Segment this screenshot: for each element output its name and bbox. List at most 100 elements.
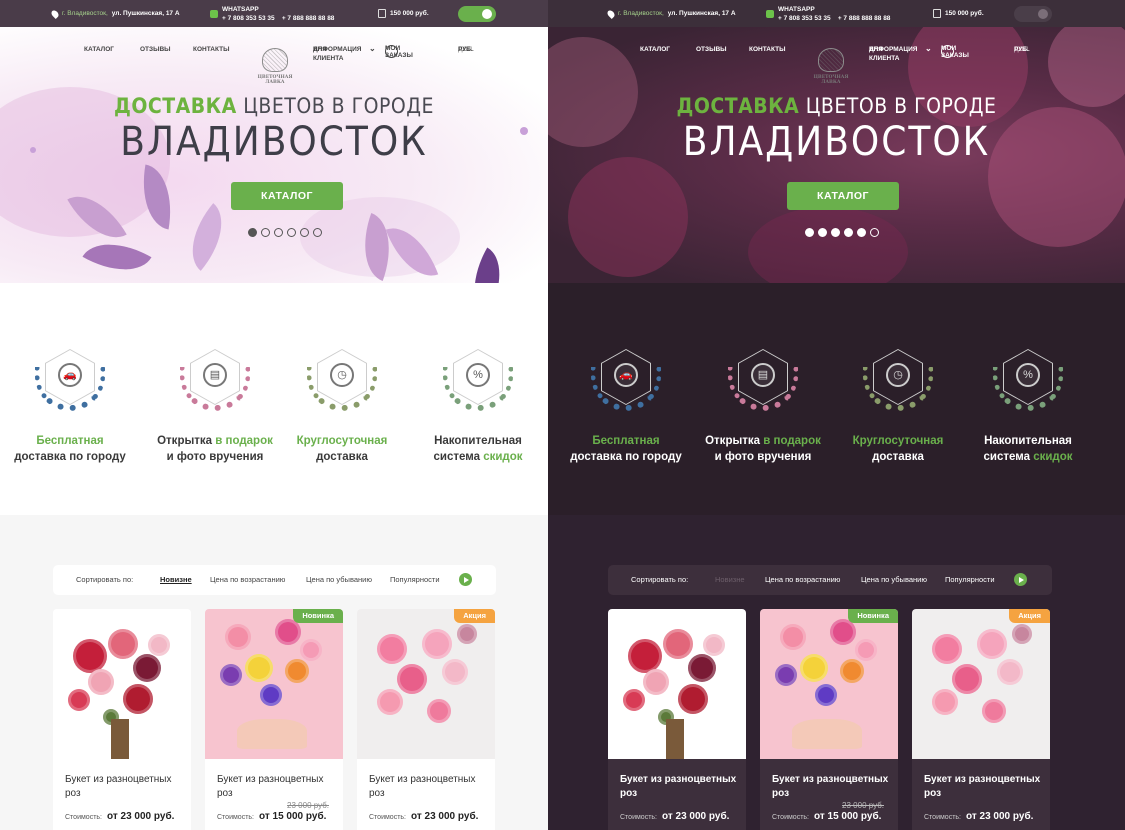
- slider-dot[interactable]: [274, 228, 283, 237]
- sort-popularity[interactable]: Популярности: [945, 575, 995, 584]
- product-name[interactable]: Букет из разноцветных роз: [217, 773, 337, 801]
- product-card[interactable]: Букет из разноцветных роз Стоимость: от 23…: [608, 609, 746, 830]
- feature-text: Бесплатная доставка по городу: [566, 433, 686, 465]
- product-tag: Акция: [1009, 609, 1050, 623]
- phone-2[interactable]: + 7 888 888 88 88: [838, 15, 891, 22]
- feature-text-part: Открытка: [157, 435, 216, 447]
- toggle-knob: [482, 9, 492, 19]
- phone-2[interactable]: + 7 888 888 88 88: [282, 15, 335, 22]
- feature-2: ▤ Открытка в подарок и фото вручения: [155, 343, 275, 465]
- slider-dot[interactable]: [805, 228, 814, 237]
- sort-next-icon[interactable]: [1014, 573, 1027, 586]
- main-nav: КАТАЛОГ ОТЗЫВЫ КОНТАКТЫ ЦВЕТОЧНАЯ ЛАВКА …: [84, 44, 474, 85]
- product-card[interactable]: Новинка Букет из разноцветных роз 23 000 …: [205, 609, 343, 830]
- product-image[interactable]: Новинка: [760, 609, 898, 759]
- feature-text-part: доставка: [872, 451, 924, 463]
- sort-price-asc[interactable]: Цена по возрастанию: [765, 575, 840, 584]
- whatsapp-label: WHATSAPP: [222, 5, 259, 13]
- feature-text: Бесплатная доставка по городу: [10, 433, 130, 465]
- nav-catalog[interactable]: КАТАЛОГ: [640, 46, 670, 53]
- theme-toggle[interactable]: [458, 6, 496, 22]
- slider-dot[interactable]: [261, 228, 270, 237]
- product-name[interactable]: Букет из разноцветных роз: [924, 773, 1044, 801]
- hero-banner: КАТАЛОГ ОТЗЫВЫ КОНТАКТЫ ЦВЕТОЧНАЯ ЛАВКА …: [548, 27, 1125, 283]
- phones[interactable]: WHATSAPP + 7 808 353 53 35 + 7 888 888 8…: [766, 0, 890, 27]
- feature-4: % Накопительная система скидок: [418, 343, 538, 465]
- feature-3: ◷ Круглосуточная доставка: [282, 343, 402, 465]
- feature-badge: ▤: [176, 343, 254, 421]
- nav-contacts[interactable]: КОНТАКТЫ: [193, 46, 229, 53]
- slider-dot[interactable]: [300, 228, 309, 237]
- feature-text-part: и фото вручения: [166, 451, 264, 463]
- product-tag: Новинка: [293, 609, 343, 623]
- nav-reviews[interactable]: ОТЗЫВЫ: [140, 46, 171, 53]
- clock-icon: ◷: [330, 363, 354, 387]
- sort-price-desc[interactable]: Цена по убыванию: [861, 575, 927, 584]
- sort-newest[interactable]: Новизне: [715, 575, 745, 584]
- product-price: Стоимость: от 23 000 руб.: [369, 811, 479, 822]
- product-image[interactable]: Акция: [357, 609, 495, 759]
- product-card[interactable]: Акция Букет из разноцветных роз Стоимость…: [912, 609, 1050, 830]
- product-name[interactable]: Букет из разноцветных роз: [369, 773, 489, 801]
- slider-dot[interactable]: [287, 228, 296, 237]
- sort-newest[interactable]: Новизне: [160, 575, 192, 584]
- feature-text-part: скидок: [483, 451, 523, 463]
- feature-1: 🚗 Бесплатная доставка по городу: [566, 343, 686, 465]
- page-root: г. Владивосток, ул. Пушкинская, 17 А WHA…: [0, 0, 1125, 830]
- feature-text-part: в подарок: [215, 435, 273, 447]
- feature-text-part: Бесплатная: [36, 435, 104, 447]
- product-image[interactable]: Акция: [912, 609, 1050, 759]
- product-name[interactable]: Букет из разноцветных роз: [65, 773, 185, 801]
- chevron-down-icon[interactable]: ⌄: [369, 44, 376, 53]
- tree-logo-icon: [818, 48, 844, 72]
- hero-catalog-button[interactable]: КАТАЛОГ: [231, 182, 343, 210]
- percent-discount-icon: %: [466, 363, 490, 387]
- address[interactable]: г. Владивосток, ул. Пушкинская, 17 А: [606, 0, 736, 27]
- whatsapp-label: WHATSAPP: [778, 5, 815, 13]
- product-image[interactable]: [53, 609, 191, 759]
- phone-1[interactable]: + 7 808 353 53 35: [222, 15, 275, 22]
- feature-3: ◷ Круглосуточная доставка: [838, 343, 958, 465]
- slider-dot[interactable]: [857, 228, 866, 237]
- catalog-section: Сортировать по: Новизне Цена по возраста…: [0, 515, 548, 830]
- phone-1[interactable]: + 7 808 353 53 35: [778, 15, 831, 22]
- nav-contacts[interactable]: КОНТАКТЫ: [749, 46, 785, 53]
- nav-reviews[interactable]: ОТЗЫВЫ: [696, 46, 727, 53]
- logo[interactable]: ЦВЕТОЧНАЯ ЛАВКА: [254, 48, 296, 85]
- chevron-down-icon[interactable]: ⌄: [925, 44, 932, 53]
- logo[interactable]: ЦВЕТОЧНАЯ ЛАВКА: [810, 48, 852, 85]
- product-card[interactable]: Акция Букет из разноцветных роз Стоимость…: [357, 609, 495, 830]
- slider-dot[interactable]: [870, 228, 879, 237]
- product-tag: Новинка: [848, 609, 898, 623]
- slider-dot[interactable]: [313, 228, 322, 237]
- product-card[interactable]: Букет из разноцветных роз Стоимость: от 23…: [53, 609, 191, 830]
- phone-icon: [210, 9, 218, 18]
- slider-dot[interactable]: [818, 228, 827, 237]
- feature-text-part: Открытка: [705, 435, 764, 447]
- product-price: Стоимость: от 23 000 руб.: [620, 811, 730, 822]
- feature-badge: ▤: [724, 343, 802, 421]
- nav-catalog[interactable]: КАТАЛОГ: [84, 46, 114, 53]
- sort-next-icon[interactable]: [459, 573, 472, 586]
- slider-dot[interactable]: [831, 228, 840, 237]
- hero-title: ДОСТАВКА ЦВЕТОВ В ГОРОДЕ: [676, 94, 997, 118]
- slider-dot[interactable]: [844, 228, 853, 237]
- product-name[interactable]: Букет из разноцветных роз: [772, 773, 892, 801]
- wallet-icon: [378, 9, 386, 18]
- address[interactable]: г. Владивосток, ул. Пушкинская, 17 А: [50, 0, 180, 27]
- sort-price-desc[interactable]: Цена по убыванию: [306, 575, 372, 584]
- product-card[interactable]: Новинка Букет из разноцветных роз 23 000 …: [760, 609, 898, 830]
- phones[interactable]: WHATSAPP + 7 808 353 53 35 + 7 888 888 8…: [210, 0, 334, 27]
- hero-catalog-button[interactable]: КАТАЛОГ: [787, 182, 899, 210]
- theme-toggle[interactable]: [1014, 6, 1052, 22]
- product-price: Стоимость: от 23 000 руб.: [65, 811, 175, 822]
- sort-price-asc[interactable]: Цена по возрастанию: [210, 575, 285, 584]
- product-name[interactable]: Букет из разноцветных роз: [620, 773, 740, 801]
- product-image[interactable]: [608, 609, 746, 759]
- balance-value: 150 000 руб.: [390, 10, 429, 17]
- feature-badge: ◷: [303, 343, 381, 421]
- slider-dot[interactable]: [248, 228, 257, 237]
- product-image[interactable]: Новинка: [205, 609, 343, 759]
- sort-popularity[interactable]: Популярности: [390, 575, 440, 584]
- address-city: г. Владивосток,: [62, 10, 108, 17]
